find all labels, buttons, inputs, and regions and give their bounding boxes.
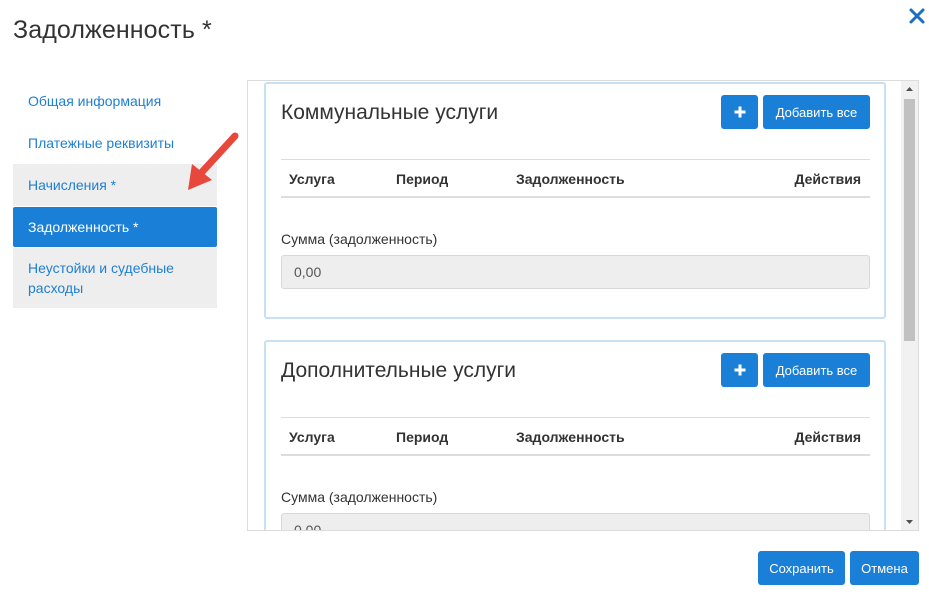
- sum-field[interactable]: [281, 255, 870, 289]
- scrollbar-thumb[interactable]: [904, 99, 915, 341]
- sum-label: Сумма (задолженность): [281, 489, 438, 505]
- scroll-up-arrow-icon[interactable]: [901, 81, 918, 98]
- section-additional-services: Дополнительные услуги Добавить все Услуг…: [264, 340, 886, 530]
- sidebar-item-penalties[interactable]: Неустойки и судебные расходы: [13, 248, 217, 308]
- column-header-actions: Действия: [794, 171, 861, 187]
- table-header: Услуга Период Задолженность Действия: [281, 417, 870, 456]
- section-utilities: Коммунальные услуги Добавить все Услуга …: [264, 82, 886, 319]
- sum-label: Сумма (задолженность): [281, 231, 438, 247]
- close-icon: [909, 8, 925, 24]
- column-header-debt: Задолженность: [516, 429, 625, 445]
- column-header-actions: Действия: [794, 429, 861, 445]
- add-all-button[interactable]: Добавить все: [763, 95, 870, 129]
- sidebar-item-label: Неустойки и судебные расходы: [28, 260, 174, 296]
- table-header: Услуга Период Задолженность Действия: [281, 159, 870, 198]
- sidebar-item-label: Задолженность *: [28, 219, 139, 235]
- sidebar-item-label: Общая информация: [28, 93, 162, 109]
- sidebar-item-debt[interactable]: Задолженность *: [13, 207, 217, 247]
- section-title: Дополнительные услуги: [281, 359, 516, 382]
- section-title: Коммунальные услуги: [281, 101, 499, 124]
- column-header-debt: Задолженность: [516, 171, 625, 187]
- column-header-service: Услуга: [289, 429, 335, 445]
- add-all-button[interactable]: Добавить все: [763, 353, 870, 387]
- debt-modal: Задолженность * Общая информация Платежн…: [0, 0, 929, 602]
- scroll-area: Коммунальные услуги Добавить все Услуга …: [248, 81, 901, 530]
- vertical-scrollbar[interactable]: [901, 81, 918, 530]
- scroll-down-arrow-icon[interactable]: [901, 513, 918, 530]
- add-item-button[interactable]: [721, 95, 758, 129]
- add-item-button[interactable]: [721, 353, 758, 387]
- modal-title: Задолженность *: [13, 16, 212, 44]
- close-button[interactable]: [904, 3, 929, 29]
- save-button[interactable]: Сохранить: [758, 551, 845, 585]
- column-header-period: Период: [396, 429, 449, 445]
- column-header-period: Период: [396, 171, 449, 187]
- sidebar-item-label: Начисления *: [28, 177, 117, 193]
- content-panel[interactable]: Коммунальные услуги Добавить все Услуга …: [247, 80, 919, 531]
- column-header-service: Услуга: [289, 171, 335, 187]
- cancel-button[interactable]: Отмена: [850, 551, 919, 585]
- annotation-arrow: [188, 132, 239, 190]
- sidebar-item-label: Платежные реквизиты: [28, 135, 175, 151]
- sidebar-item-general-info[interactable]: Общая информация: [13, 80, 217, 122]
- sum-field[interactable]: [281, 513, 870, 530]
